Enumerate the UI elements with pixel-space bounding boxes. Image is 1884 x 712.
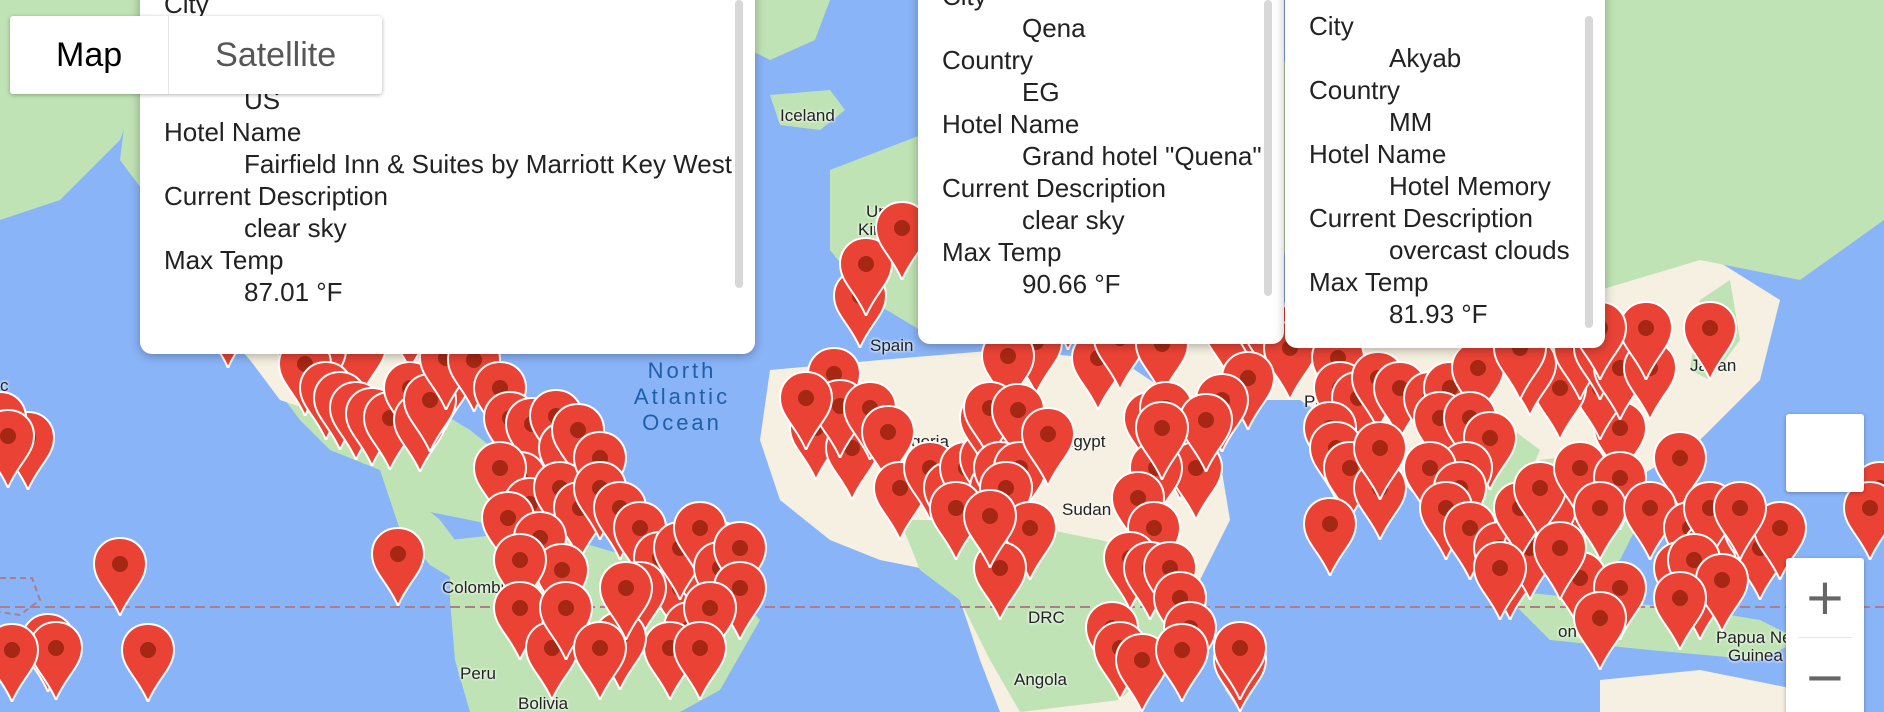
description-value: clear sky [1022, 205, 1125, 235]
map-pin-icon[interactable] [1134, 398, 1190, 480]
max-temp-value: 90.66 °F [1022, 269, 1121, 299]
description-label: Current Description [1309, 203, 1533, 233]
label-drc: DRC [1028, 608, 1065, 627]
description-value: overcast clouds [1389, 235, 1570, 265]
max-temp-label: Max Temp [942, 237, 1062, 267]
max-temp-value: 81.93 °F [1389, 299, 1488, 329]
map-pin-icon[interactable] [370, 524, 426, 606]
description-label: Current Description [942, 173, 1166, 203]
country-label: Country [1309, 75, 1401, 105]
map-pin-icon[interactable] [962, 486, 1018, 568]
map-pin-icon[interactable] [0, 406, 36, 488]
hotel-name-value: Fairfield Inn & Suites by Marriott Key W… [244, 149, 732, 179]
hotel-name-value: Hotel Memory [1389, 171, 1551, 201]
map-pin-icon[interactable] [778, 368, 834, 450]
city-value: Akyab [1389, 43, 1462, 73]
ocean-label-line-1: North [647, 358, 717, 383]
city-label: City [942, 0, 1262, 12]
map-pin-icon[interactable] [1154, 620, 1210, 702]
country-value: MM [1389, 107, 1433, 137]
country-label: Country [942, 45, 1034, 75]
map-type-satellite-button[interactable]: Satellite [169, 16, 382, 94]
map-pin-icon[interactable] [1352, 418, 1408, 500]
label-iceland: Iceland [780, 106, 835, 125]
label-papua-new-guinea-2: Guinea [1728, 646, 1783, 665]
hotel-name-label: Hotel Name [164, 117, 302, 147]
map-pin-icon[interactable] [1212, 618, 1268, 700]
map-pin-icon[interactable] [1472, 538, 1528, 620]
label-north-atlantic-ocean: North Atlantic Ocean [622, 358, 742, 436]
map-pin-icon[interactable] [1302, 494, 1358, 576]
map-pin-icon[interactable] [1572, 588, 1628, 670]
info-window-scrollbar[interactable] [1585, 16, 1593, 328]
fullscreen-button[interactable] [1786, 414, 1864, 492]
ocean-label-line-2: Atlantic [633, 384, 731, 409]
map-pin-icon[interactable] [672, 618, 728, 700]
ocean-label-line-3: Ocean [642, 410, 722, 435]
map-pin-icon[interactable] [1682, 298, 1738, 380]
hotel-name-label: Hotel Name [1309, 139, 1447, 169]
map-pin-icon[interactable] [92, 534, 148, 616]
label-sudan: Sudan [1062, 500, 1112, 519]
info-window-scrollbar[interactable] [1264, 0, 1272, 296]
info-window-akyab[interactable]: City Akyab Country MM Hotel Name Hotel M… [1285, 0, 1605, 348]
map-canvas[interactable]: Iceland United Kingdom Spain North Atlan… [0, 0, 1884, 712]
max-temp-value: 87.01 °F [244, 277, 343, 307]
city-label: City [1309, 11, 1354, 41]
hotel-name-label: Hotel Name [942, 109, 1080, 139]
max-temp-label: Max Temp [164, 245, 284, 275]
hotel-name-value: Grand hotel "Quena" [1022, 141, 1262, 171]
map-pin-icon[interactable] [598, 558, 654, 640]
max-temp-label: Max Temp [1309, 267, 1429, 297]
map-pin-icon[interactable] [0, 620, 40, 702]
map-pin-icon[interactable] [1020, 404, 1076, 486]
label-peru: Peru [460, 664, 496, 683]
description-value: clear sky [244, 213, 347, 243]
info-window-qena[interactable]: City Qena Country EG Hotel Name Grand ho… [918, 0, 1284, 344]
info-window-content: City Akyab Country MM Hotel Name Hotel M… [1309, 10, 1570, 330]
info-window-content: City Qena Country EG Hotel Name Grand ho… [942, 0, 1262, 300]
description-label: Current Description [164, 181, 388, 211]
country-value: EG [1022, 77, 1060, 107]
map-pin-icon[interactable] [120, 620, 176, 702]
label-angola: Angola [1014, 670, 1067, 689]
zoom-out-button[interactable]: − [1786, 638, 1864, 712]
info-window-scrollbar[interactable] [735, 0, 743, 288]
map-type-map-button[interactable]: Map [10, 16, 170, 94]
zoom-control: + − [1786, 558, 1864, 712]
map-pin-icon[interactable] [1652, 568, 1708, 650]
city-value: Qena [1022, 13, 1086, 43]
zoom-in-button[interactable]: + [1786, 558, 1864, 636]
map-type-control: Map Satellite [10, 16, 383, 94]
